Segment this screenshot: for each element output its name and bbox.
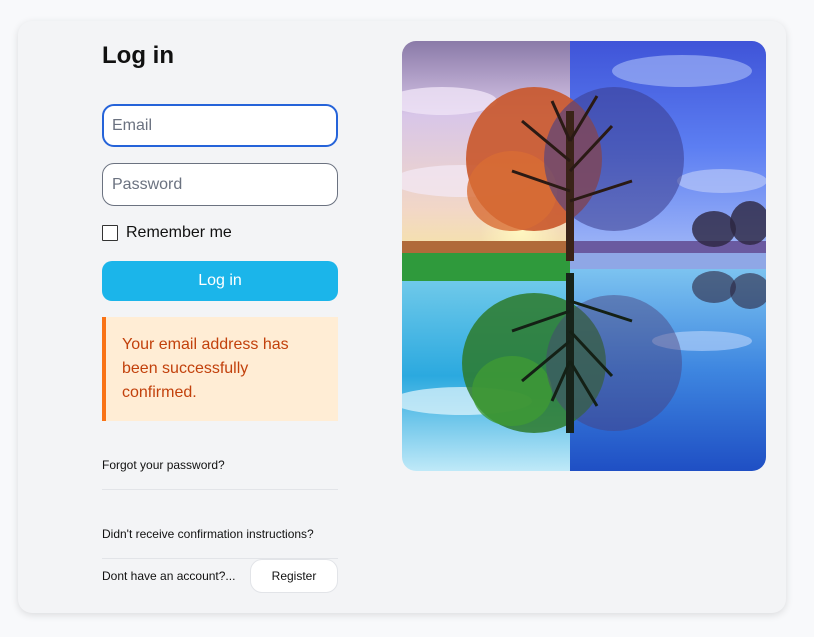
remember-me-checkbox[interactable] [102,225,118,241]
divider [102,489,338,490]
tree-illustration [402,41,766,471]
email-field[interactable] [102,104,338,147]
four-seasons-tree-image [402,41,766,471]
no-account-text: Dont have an account?... [102,569,236,583]
login-button[interactable]: Log in [102,261,338,301]
page-title: Log in [102,42,174,69]
register-button[interactable]: Register [250,559,338,593]
resend-confirmation-link[interactable]: Didn't receive confirmation instructions… [102,527,314,541]
forgot-password-link[interactable]: Forgot your password? [102,458,225,472]
remember-me-label: Remember me [126,224,232,241]
remember-me[interactable]: Remember me [102,224,232,242]
login-card: Log in Remember me Log in Your email add… [18,21,786,613]
success-alert: Your email address has been successfully… [102,317,338,421]
password-field[interactable] [102,163,338,206]
